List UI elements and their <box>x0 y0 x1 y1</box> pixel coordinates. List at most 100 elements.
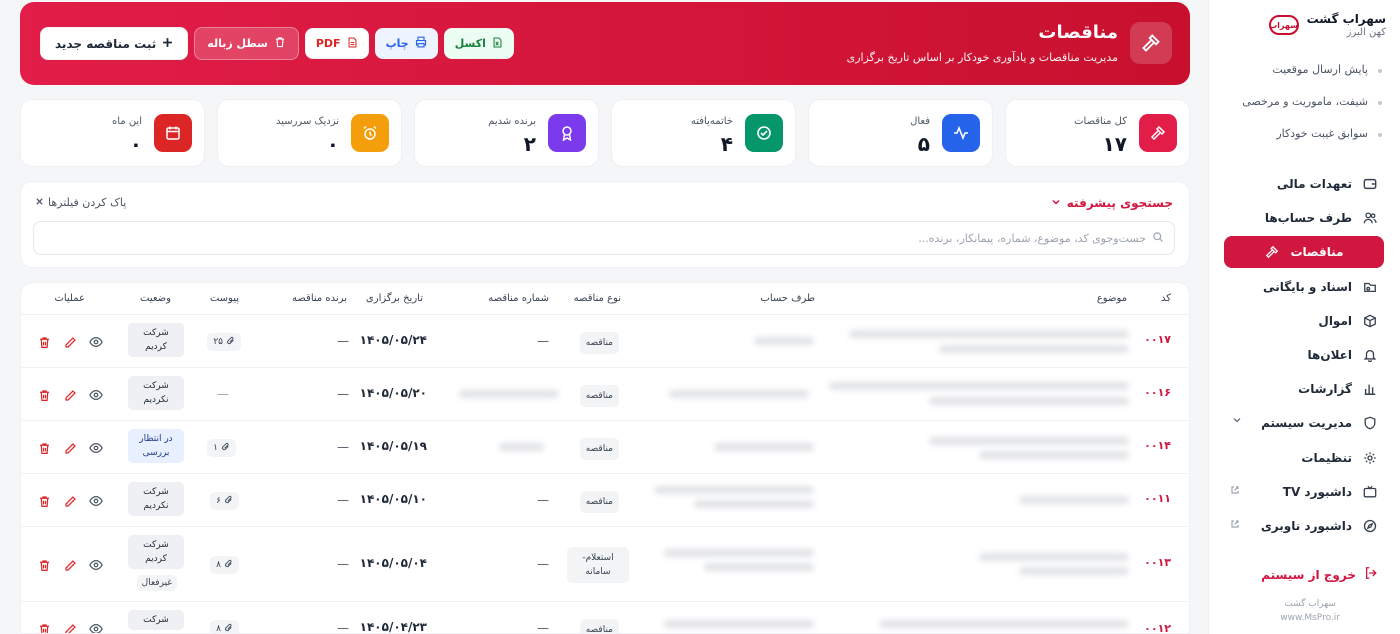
col-status[interactable]: وضعیت <box>140 293 171 304</box>
tender-type-badge: مناقصه <box>579 385 619 407</box>
col-subject[interactable]: موضوع <box>1097 293 1127 304</box>
tender-type-badge: مناقصه <box>579 438 619 460</box>
stat-card-total[interactable]: کل مناقصات ۱۷ <box>1005 99 1190 167</box>
row-code[interactable]: ۰۰۱۱ <box>1144 492 1171 505</box>
attachment-count[interactable]: ۸ <box>210 620 239 633</box>
table-row[interactable]: ۰۰۱۲ مناقصه — ۱۴۰۵/۰۴/۲۳ — ۸ شرکت <box>21 602 1189 633</box>
col-attach[interactable]: پیوست <box>210 293 239 304</box>
edit-icon[interactable] <box>63 558 77 572</box>
paperclip-icon <box>224 623 233 633</box>
chevron-down-icon[interactable] <box>1232 415 1242 428</box>
export-pdf-button[interactable]: PDF <box>304 28 369 59</box>
subject-redacted <box>979 451 1129 459</box>
party-redacted <box>664 620 814 628</box>
advanced-search-toggle[interactable]: جستجوی پیشرفته <box>1051 196 1173 210</box>
row-code[interactable]: ۰۰۱۲ <box>1144 622 1171 633</box>
attachment-count[interactable]: ۱ <box>207 439 236 457</box>
row-actions <box>37 558 103 572</box>
alarm-clock-icon <box>351 114 389 152</box>
col-party[interactable]: طرف حساب <box>760 293 815 304</box>
eye-icon[interactable] <box>89 494 103 508</box>
page-subtitle: مدیریت مناقصات و یادآوری خودکار بر اساس … <box>846 51 1118 64</box>
col-number[interactable]: شماره مناقصه <box>488 293 549 304</box>
sidebar-item-label: داشبورد TV <box>1282 484 1352 499</box>
trash-button[interactable]: سطل زباله <box>194 27 299 60</box>
brand[interactable]: سهراب گشت کهن البرز سهراب <box>1268 12 1386 38</box>
table-row[interactable]: ۰۰۱۴ مناقصه ۱۴۰۵/۰۵/۱۹ — ۱ در انتظار برر… <box>21 421 1189 474</box>
sidebar-subitem-location[interactable]: پایش ارسال موقعیت <box>1222 60 1382 80</box>
row-code[interactable]: ۰۰۱۷ <box>1144 333 1171 346</box>
stat-label: فعال <box>910 116 930 127</box>
sidebar-item-tenders[interactable]: مناقصات <box>1224 236 1384 269</box>
row-code[interactable]: ۰۰۱۶ <box>1144 386 1171 399</box>
attachment-count[interactable]: ۸ <box>210 556 239 574</box>
table-row[interactable]: ۰۰۱۷ مناقصه — ۱۴۰۵/۰۵/۲۴ — ۲۵ شرکت کردیم <box>21 315 1189 368</box>
sidebar-item-archive[interactable]: اسناد و بایگانی <box>1224 271 1384 303</box>
sidebar-item-tv-dashboard[interactable]: داشبورد TV <box>1224 476 1384 508</box>
col-winner[interactable]: برنده مناقصه <box>292 293 347 304</box>
export-excel-button[interactable]: اکسل <box>443 28 514 59</box>
edit-icon[interactable] <box>63 441 77 455</box>
edit-icon[interactable] <box>63 335 77 349</box>
brand-sub: کهن البرز <box>1346 27 1386 38</box>
sidebar-item-notifications[interactable]: اعلان‌ها <box>1224 339 1384 371</box>
eye-icon[interactable] <box>89 558 103 572</box>
page-title: مناقصات <box>1038 22 1118 43</box>
col-date[interactable]: تاریخ برگزاری <box>366 293 423 304</box>
close-icon <box>35 196 44 209</box>
sidebar-item-system[interactable]: مدیریت سیستم <box>1224 407 1384 439</box>
row-code[interactable]: ۰۰۱۳ <box>1144 556 1171 569</box>
gear-icon <box>1362 450 1378 466</box>
print-button[interactable]: چاپ <box>374 28 438 59</box>
trash-icon[interactable] <box>37 622 51 633</box>
edit-icon[interactable] <box>63 622 77 633</box>
stat-card-this-month[interactable]: این ماه ۰ <box>20 99 205 167</box>
eye-icon[interactable] <box>89 335 103 349</box>
trash-icon[interactable] <box>37 388 51 402</box>
stat-card-active[interactable]: فعال ۵ <box>808 99 993 167</box>
stat-card-closed[interactable]: خاتمه‌یافته ۴ <box>611 99 796 167</box>
subject-redacted <box>929 437 1129 445</box>
sidebar-item-label: مناقصات <box>1290 245 1344 260</box>
tender-date: ۱۴۰۵/۰۵/۲۰ <box>359 386 427 400</box>
clear-filters-button[interactable]: پاک کردن فیلترها <box>35 196 126 209</box>
stat-value: ۱۷ <box>1102 132 1127 156</box>
attachment-count[interactable]: ۲۵ <box>207 333 241 351</box>
sidebar-item-settings[interactable]: تنظیمات <box>1224 442 1384 474</box>
edit-icon[interactable] <box>63 388 77 402</box>
sidebar-item-finance[interactable]: تعهدات مالی <box>1224 168 1384 200</box>
trash-icon[interactable] <box>37 441 51 455</box>
sidebar-item-nav-dashboard[interactable]: داشبورد ناوبری <box>1224 510 1384 542</box>
stat-card-near-due[interactable]: نزدیک سررسید ۰ <box>217 99 402 167</box>
sidebar-item-accounts[interactable]: طرف حساب‌ها <box>1224 202 1384 234</box>
party-redacted <box>669 390 809 398</box>
sidebar-item-assets[interactable]: اموال <box>1224 305 1384 337</box>
table-header: کد موضوع طرف حساب نوع مناقصه شماره مناقص… <box>21 283 1189 315</box>
sidebar-item-reports[interactable]: گزارشات <box>1224 373 1384 405</box>
trash-icon[interactable] <box>37 335 51 349</box>
trash-icon[interactable] <box>37 558 51 572</box>
sidebar-subitem-shift[interactable]: شیفت، ماموریت و مرخصی <box>1222 92 1382 112</box>
stat-value: ۲ <box>523 132 536 156</box>
add-tender-button[interactable]: ثبت مناقصه جدید <box>40 27 189 60</box>
trash-icon[interactable] <box>37 494 51 508</box>
eye-icon[interactable] <box>89 388 103 402</box>
attachment-count[interactable]: ۶ <box>210 492 239 510</box>
table-row[interactable]: ۰۰۱۶ مناقصه ۱۴۰۵/۰۵/۲۰ — — شرکت نکردیم <box>21 368 1189 421</box>
edit-icon[interactable] <box>63 494 77 508</box>
row-code[interactable]: ۰۰۱۴ <box>1144 439 1171 452</box>
sidebar-subitem-absence[interactable]: سوابق غیبت خودکار <box>1222 124 1382 144</box>
search-input[interactable] <box>46 231 1146 245</box>
stat-card-won[interactable]: برنده شدیم ۲ <box>414 99 599 167</box>
eye-icon[interactable] <box>89 441 103 455</box>
col-code[interactable]: کد <box>1161 293 1171 304</box>
col-type[interactable]: نوع مناقصه <box>574 293 621 304</box>
row-actions <box>37 622 103 633</box>
table-row[interactable]: ۰۰۱۳ استعلام-سامانه — ۱۴۰۵/۰۵/۰۴ — ۸ شرک… <box>21 527 1189 602</box>
logout-button[interactable]: خروج از سیستم <box>1261 566 1378 583</box>
eye-icon[interactable] <box>89 622 103 633</box>
table-row[interactable]: ۰۰۱۱ مناقصه — ۱۴۰۵/۰۵/۱۰ — ۶ شرکت نکردیم <box>21 474 1189 527</box>
users-icon <box>1362 210 1378 226</box>
archive-icon <box>1362 279 1378 295</box>
stat-label: برنده شدیم <box>488 116 536 127</box>
